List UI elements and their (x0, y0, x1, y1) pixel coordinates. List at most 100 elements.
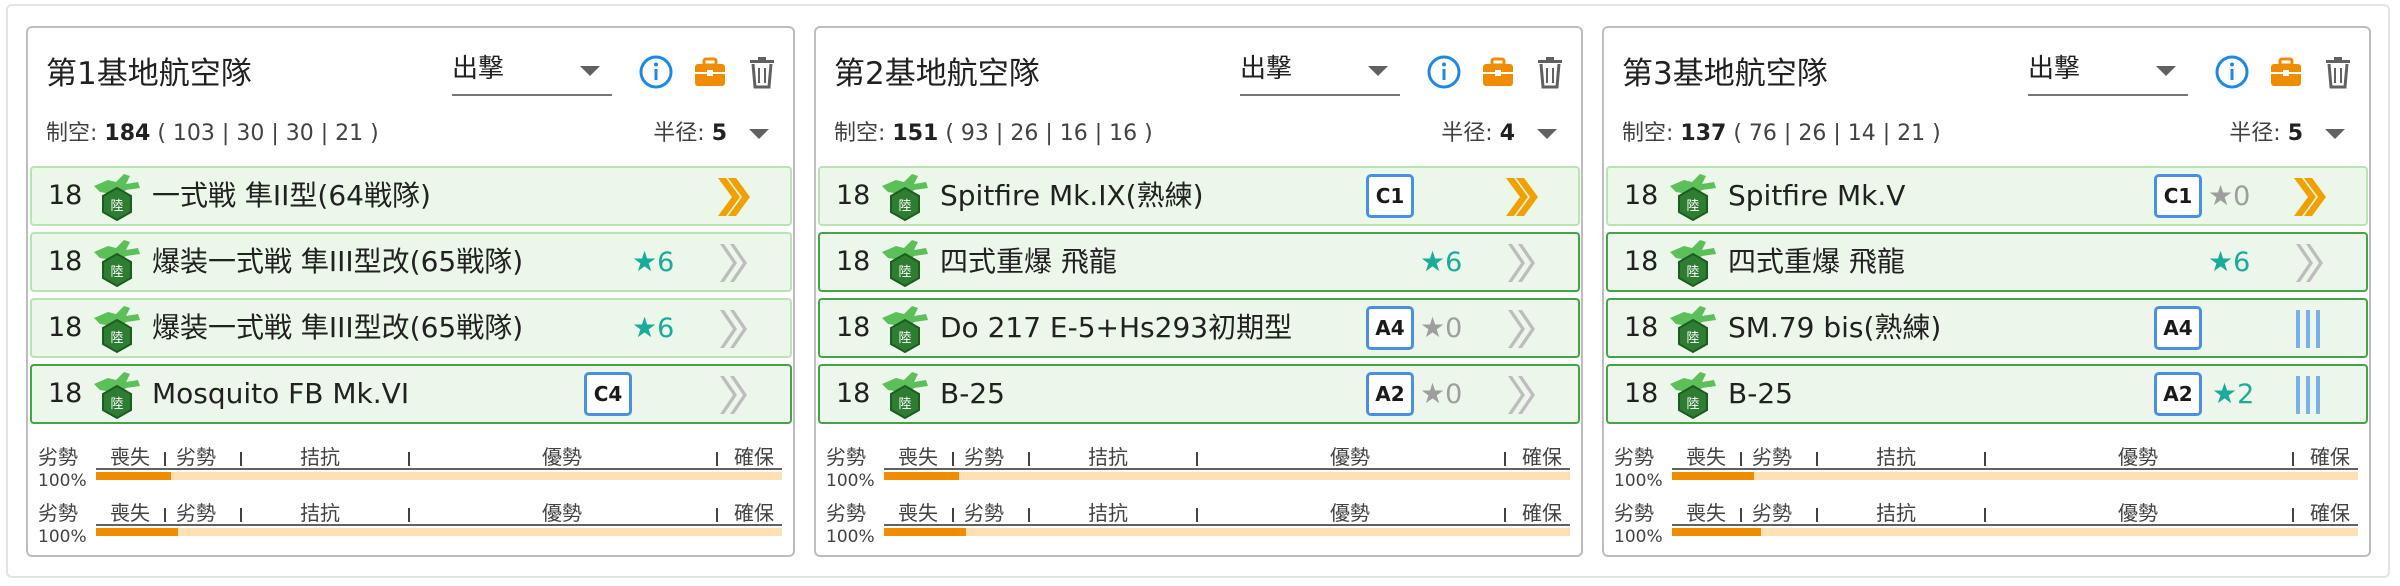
briefcase-icon[interactable] (690, 52, 730, 92)
land-based-plane-icon: 陸 (1666, 302, 1720, 356)
aircraft-slot[interactable]: 18 陸 爆装一式戦 隼III型改(65戦隊) ★6 (30, 232, 792, 292)
label-supremacy: 確保 (734, 501, 774, 525)
slot-count[interactable]: 18 (1624, 310, 1658, 346)
slot-count[interactable]: 18 (48, 178, 82, 214)
aircraft-slot[interactable]: 18 陸 Do 217 E-5+Hs293初期型 A4 ★0 (818, 298, 1580, 358)
aircraft-slot[interactable]: 18 陸 B-25 A2 ★0 (818, 364, 1580, 424)
aircraft-slot[interactable]: 18 陸 SM.79 bis(熟練) A4 (1606, 298, 2368, 358)
separator (1816, 452, 1818, 466)
proficiency-rank-icon[interactable] (712, 372, 752, 418)
chevron-down-icon[interactable] (2325, 129, 2345, 139)
air-power-label: 制空: (1622, 121, 1674, 146)
slot-count[interactable]: 18 (836, 178, 870, 214)
separator (1816, 508, 1818, 522)
mode-select[interactable]: 出撃 (452, 50, 612, 96)
slot-count[interactable]: 18 (836, 244, 870, 280)
slot-count[interactable]: 18 (1624, 244, 1658, 280)
proficiency-rank-icon[interactable] (1500, 240, 1540, 286)
mode-select[interactable]: 出撃 (2028, 50, 2188, 96)
radius-label: 半径: (1441, 121, 1493, 146)
separator (1984, 452, 1986, 466)
svg-text:陸: 陸 (898, 264, 911, 280)
label-loss: 喪失 (1686, 501, 1726, 525)
chevron-down-icon[interactable] (580, 66, 600, 76)
proficiency-rank-icon[interactable] (2288, 240, 2328, 286)
info-icon[interactable] (1424, 52, 1464, 92)
aircraft-slot[interactable]: 18 陸 一式戦 隼II型(64戦隊) (30, 166, 792, 226)
aircraft-name[interactable]: 爆装一式戦 隼III型改(65戦隊) (152, 310, 523, 346)
label-supremacy: 確保 (1522, 445, 1562, 469)
range-badge: C4 (584, 372, 632, 416)
aircraft-name[interactable]: B-25 (1728, 376, 1793, 412)
aircraft-slot[interactable]: 18 陸 Spitfire Mk.IX(熟練) C1 (818, 166, 1580, 226)
trash-icon[interactable] (2318, 52, 2358, 92)
chevron-down-icon[interactable] (1537, 129, 1557, 139)
slot-count[interactable]: 18 (1624, 376, 1658, 412)
info-icon[interactable] (636, 52, 676, 92)
briefcase-icon[interactable] (2266, 52, 2306, 92)
proficiency-rank-icon[interactable] (1500, 174, 1540, 220)
proficiency-rank-icon[interactable] (1500, 306, 1540, 352)
mode-select[interactable]: 出撃 (1240, 50, 1400, 96)
air-power-label: 制空: (46, 121, 98, 146)
proficiency-rank-icon[interactable] (712, 240, 752, 286)
label-superior: 優勢 (2118, 501, 2158, 525)
separator (164, 452, 166, 466)
aircraft-slot[interactable]: 18 陸 Spitfire Mk.V C1 ★0 (1606, 166, 2368, 226)
separator (1740, 508, 1742, 522)
briefcase-icon[interactable] (1478, 52, 1518, 92)
proficiency-rank-icon[interactable] (1500, 372, 1540, 418)
aircraft-name[interactable]: SM.79 bis(熟練) (1728, 310, 1941, 346)
aircraft-name[interactable]: 爆装一式戦 隼III型改(65戦隊) (152, 244, 523, 280)
aircraft-slot[interactable]: 18 陸 爆装一式戦 隼III型改(65戦隊) ★6 (30, 298, 792, 358)
corps-title: 第3基地航空隊 (1622, 56, 1828, 92)
radius-select[interactable]: 半径: 4 (1441, 116, 1557, 152)
proficiency-rank-icon[interactable] (2288, 372, 2328, 418)
aircraft-name[interactable]: Spitfire Mk.V (1728, 178, 1905, 214)
trash-icon[interactable] (742, 52, 782, 92)
bar-prefix: 劣勢 (826, 501, 866, 525)
aircraft-name[interactable]: 四式重爆 飛龍 (940, 244, 1117, 280)
aircraft-name[interactable]: Do 217 E-5+Hs293初期型 (940, 310, 1292, 346)
slot-count[interactable]: 18 (1624, 178, 1658, 214)
slot-count[interactable]: 18 (48, 376, 82, 412)
label-inferior: 劣勢 (176, 445, 216, 469)
slot-count[interactable]: 18 (836, 376, 870, 412)
separator (1740, 452, 1742, 466)
improvement-value: 6 (2233, 247, 2251, 278)
aircraft-slot[interactable]: 18 陸 四式重爆 飛龍 ★6 (818, 232, 1580, 292)
aircraft-name[interactable]: 一式戦 隼II型(64戦隊) (152, 178, 431, 214)
proficiency-rank-icon[interactable] (2288, 306, 2328, 352)
corps-title: 第2基地航空隊 (834, 56, 1040, 92)
slot-count[interactable]: 18 (48, 310, 82, 346)
chevron-down-icon[interactable] (749, 129, 769, 139)
separator (1504, 452, 1506, 466)
chevron-down-icon[interactable] (2156, 66, 2176, 76)
land-based-plane-icon: 陸 (90, 302, 144, 356)
aircraft-slot[interactable]: 18 陸 Mosquito FB Mk.VI C4 (30, 364, 792, 424)
aircraft-name[interactable]: Mosquito FB Mk.VI (152, 376, 409, 412)
radius-select[interactable]: 半径: 5 (2229, 116, 2345, 152)
star-icon: ★ (1420, 311, 1446, 344)
proficiency-rank-icon[interactable] (712, 306, 752, 352)
separator (2292, 452, 2294, 466)
slot-count[interactable]: 18 (48, 244, 82, 280)
info-icon[interactable] (2212, 52, 2252, 92)
radius-select[interactable]: 半径: 5 (653, 116, 769, 152)
range-badge: A4 (1366, 306, 1414, 350)
aircraft-name[interactable]: 四式重爆 飛龍 (1728, 244, 1905, 280)
improvement-value: 0 (2233, 181, 2251, 212)
improvement-level: ★2 (2212, 376, 2254, 413)
slot-count[interactable]: 18 (836, 310, 870, 346)
aircraft-name[interactable]: Spitfire Mk.IX(熟練) (940, 178, 1204, 214)
chevron-down-icon[interactable] (1368, 66, 1388, 76)
proficiency-rank-icon[interactable] (2288, 174, 2328, 220)
aircraft-slot[interactable]: 18 陸 四式重爆 飛龍 ★6 (1606, 232, 2368, 292)
aircraft-name[interactable]: B-25 (940, 376, 1005, 412)
air-state-bar: 劣勢 100% 喪失 劣勢 拮抗 優勢 確保 (816, 500, 1585, 556)
bar-track (96, 528, 782, 536)
bar-fill (96, 528, 179, 536)
aircraft-slot[interactable]: 18 陸 B-25 A2 ★2 (1606, 364, 2368, 424)
trash-icon[interactable] (1530, 52, 1570, 92)
proficiency-rank-icon[interactable] (712, 174, 752, 220)
